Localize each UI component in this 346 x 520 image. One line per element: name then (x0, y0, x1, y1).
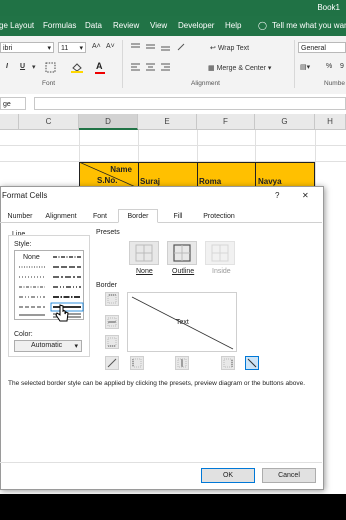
title-bar: Book1 (0, 0, 346, 16)
cell-f-roma[interactable]: Roma (199, 177, 221, 186)
border-diagonal-down-button[interactable] (245, 356, 259, 370)
column-header-c[interactable]: C (19, 114, 79, 130)
tab-font[interactable]: Font (84, 210, 116, 223)
cancel-button[interactable]: Cancel (262, 468, 316, 483)
borders-icon[interactable] (44, 62, 58, 73)
currency-icon[interactable]: ▤▾ (300, 63, 310, 71)
tab-fill[interactable]: Fill (160, 210, 196, 223)
chevron-down-icon: ▾ (79, 45, 83, 52)
presets-label: Presets (96, 229, 120, 236)
tab-view[interactable]: View (150, 21, 167, 30)
tab-protection[interactable]: Protection (198, 210, 240, 223)
mouse-cursor-icon (54, 303, 70, 323)
tab-formulas[interactable]: Formulas (43, 21, 76, 30)
border-middle-button[interactable] (105, 315, 119, 329)
color-value: Automatic (31, 342, 63, 349)
font-color-swatch (95, 72, 105, 74)
chevron-down-icon: ▾ (74, 343, 78, 350)
preset-inside-button[interactable] (205, 241, 235, 265)
number-group-label: Numbe (324, 80, 345, 87)
cell-g-navya[interactable]: Navya (258, 177, 282, 186)
tab-review[interactable]: Review (113, 21, 139, 30)
cell-sno-label: S.No. (97, 176, 118, 185)
tab-number[interactable]: Number (2, 210, 38, 223)
ok-button[interactable]: OK (201, 468, 255, 483)
style-label: Style: (14, 241, 32, 248)
merge-center-label: Merge & Center (216, 65, 266, 72)
tab-developer[interactable]: Developer (178, 21, 214, 30)
preview-text: Text (176, 319, 189, 326)
alignment-group-label: Alignment (191, 80, 220, 87)
align-left-icon[interactable] (130, 62, 190, 75)
color-dropdown[interactable]: Automatic ▾ (14, 340, 82, 352)
row-header-corner (0, 114, 19, 130)
font-color-button[interactable]: A (96, 61, 103, 71)
preset-none-label: None (136, 268, 153, 275)
dialog-title: Format Cells (2, 191, 48, 200)
help-button[interactable]: ? (275, 191, 279, 200)
wrap-text-label: Wrap Text (217, 45, 250, 52)
ribbon-tab-bar: ge Layout Formulas Data Review View Deve… (0, 16, 346, 36)
lightbulb-icon: ◯ (258, 21, 267, 30)
tab-help[interactable]: Help (225, 21, 241, 30)
font-size-box[interactable]: 11 ▾ (58, 42, 86, 53)
grow-font-button[interactable]: A˄ (92, 43, 101, 50)
border-bottom-button[interactable] (105, 335, 119, 349)
formula-bar: ge (0, 94, 346, 115)
border-center-button[interactable] (175, 356, 189, 370)
formula-input[interactable] (34, 97, 346, 110)
column-header-d[interactable]: D (79, 114, 138, 130)
preset-inside-label: Inside (212, 268, 231, 275)
tab-border[interactable]: Border (118, 209, 158, 223)
border-right-button[interactable] (221, 356, 235, 370)
align-top-icon[interactable] (130, 42, 190, 55)
column-header-h[interactable]: H (315, 114, 346, 130)
name-box[interactable]: ge (0, 97, 26, 110)
border-label: Border (96, 282, 118, 289)
chevron-down-icon[interactable]: ▾ (32, 63, 36, 71)
tab-data[interactable]: Data (85, 21, 102, 30)
underline-button[interactable]: U (20, 63, 25, 70)
border-preview[interactable]: Text (127, 292, 237, 352)
number-format-box[interactable]: General (298, 42, 346, 53)
italic-button[interactable]: I (6, 63, 8, 70)
info-text: The selected border style can be applied… (8, 380, 306, 387)
column-header-e[interactable]: E (138, 114, 197, 130)
merge-center-button[interactable]: ▦ Merge & Center ▾ (208, 64, 271, 72)
line-style-list[interactable]: None (14, 250, 84, 320)
shrink-font-button[interactable]: A˅ (106, 43, 115, 50)
percent-button[interactable]: % (326, 63, 332, 70)
chevron-down-icon: ▾ (47, 45, 51, 52)
column-header-f[interactable]: F (197, 114, 255, 130)
close-icon[interactable]: ✕ (302, 191, 309, 200)
border-diagonal-up-button[interactable] (105, 356, 119, 370)
preset-outline-button[interactable] (167, 241, 197, 265)
preset-outline-label: Outline (172, 268, 195, 275)
border-left-button[interactable] (130, 356, 144, 370)
tell-me-box[interactable]: Tell me what you want (272, 21, 346, 30)
fill-color-icon[interactable] (70, 62, 84, 73)
cell-d-header[interactable]: Name S.No. (79, 162, 138, 188)
wrap-text-button[interactable]: ↩ Wrap Text (210, 44, 249, 52)
tab-alignment[interactable]: Alignment (40, 210, 82, 223)
cell-e-suraj[interactable]: Suraj (140, 177, 160, 186)
font-group-label: Font (42, 80, 56, 87)
window-title: Book1 (317, 3, 340, 12)
tab-page-layout[interactable]: ge Layout (0, 21, 34, 30)
preset-none-button[interactable] (129, 241, 159, 265)
color-label: Color: (14, 331, 33, 338)
font-name-box[interactable]: ibri ▾ (0, 42, 54, 53)
column-header-g[interactable]: G (255, 114, 315, 130)
comma-button[interactable]: 9 (340, 63, 344, 70)
cell-name-label: Name (110, 165, 132, 174)
border-top-button[interactable] (105, 292, 119, 306)
